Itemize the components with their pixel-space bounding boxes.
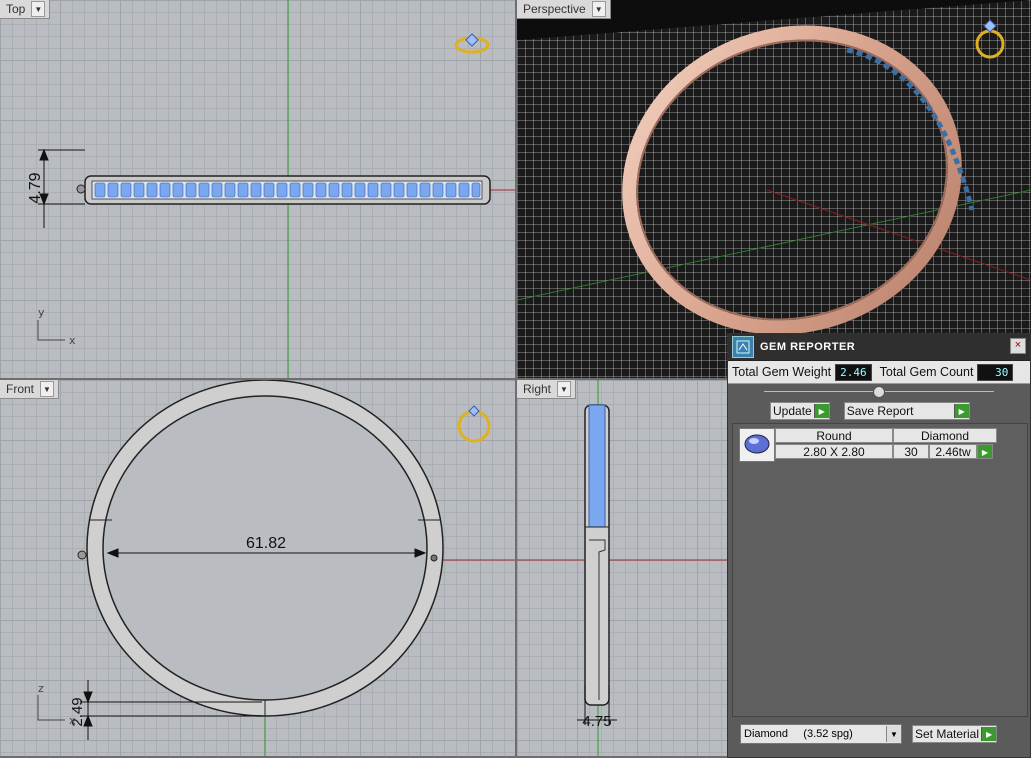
gem-column — [588, 404, 606, 528]
total-count-label: Total Gem Count — [879, 365, 974, 379]
gem-weight: 2.46tw — [929, 444, 977, 459]
viewport-tab-front[interactable]: Front ▼ — [0, 380, 60, 399]
front-view-canvas: 61.82 2.49 z x — [37, 380, 515, 756]
axis-z-label: z — [38, 682, 44, 695]
dimension-width-label: 61.82 — [246, 535, 286, 552]
perspective-canvas — [517, 0, 1031, 378]
update-button[interactable]: Update ▶ — [770, 402, 830, 420]
hinge-pin — [76, 184, 86, 194]
gem-reporter-panel: GEM REPORTER × Total Gem Weight 2.46 Tot… — [727, 333, 1031, 758]
gem-count: 30 — [893, 444, 929, 459]
dropdown-arrow-icon[interactable]: ▼ — [591, 1, 606, 17]
viewport-label: Right — [523, 382, 552, 396]
viewport-front[interactable]: Front ▼ 61.82 2.49 z x — [0, 380, 515, 756]
viewport-tab-perspective[interactable]: Perspective ▼ — [517, 0, 611, 19]
save-report-button[interactable]: Save Report ▶ — [843, 402, 970, 420]
slider-knob[interactable] — [873, 386, 885, 398]
dimension-label: 4.75 — [582, 713, 611, 730]
gem-thumbnail-icon — [739, 428, 775, 462]
update-label: Update — [773, 404, 812, 418]
viewport-top[interactable]: Top ▼ 4.79 y x — [0, 0, 515, 378]
gem-reporter-title: GEM REPORTER — [760, 341, 856, 353]
dropdown-arrow-icon[interactable]: ▼ — [31, 1, 46, 17]
gem-size: 2.80 X 2.80 — [775, 444, 893, 459]
viewport-tab-right[interactable]: Right ▼ — [517, 380, 577, 399]
set-material-button[interactable]: Set Material ▶ — [912, 725, 998, 743]
play-icon: ▶ — [981, 727, 997, 741]
total-weight-value: 2.46 — [835, 363, 872, 381]
material-select-value: Diamond (3.52 spg) — [744, 728, 853, 740]
save-report-label: Save Report — [846, 404, 914, 418]
set-material-label: Set Material — [915, 727, 980, 741]
total-weight-label: Total Gem Weight — [732, 365, 832, 379]
dimension-label: 4.79 — [27, 172, 44, 203]
axis-y-label: y — [38, 306, 45, 319]
gem-slider[interactable] — [728, 384, 1030, 400]
gem-totals-bar: Total Gem Weight 2.46 Total Gem Count 30 — [728, 361, 1030, 384]
gem-list: Round Diamond 2.80 X 2.80 30 2.46tw ▶ — [732, 423, 1028, 717]
viewport-tab-top[interactable]: Top ▼ — [0, 0, 51, 19]
material-select[interactable]: Diamond (3.52 spg) ▼ — [740, 724, 902, 744]
viewport-perspective[interactable]: Perspective ▼ — [517, 0, 1031, 378]
dropdown-arrow-icon[interactable]: ▼ — [40, 381, 55, 397]
top-view-canvas: 4.79 y x — [27, 0, 515, 378]
viewport-label: Perspective — [523, 2, 586, 16]
viewport-label: Top — [6, 2, 26, 16]
axis-widget — [37, 320, 65, 341]
gem-reporter-titlebar[interactable]: GEM REPORTER × — [728, 334, 1030, 361]
axis-x-label: x — [69, 334, 76, 347]
gem-list-item[interactable]: Round Diamond 2.80 X 2.80 30 2.46tw ▶ — [739, 428, 999, 462]
viewport-label: Front — [6, 382, 35, 396]
gem-material: Diamond — [893, 428, 997, 443]
chevron-down-icon: ▼ — [886, 726, 901, 742]
play-icon: ▶ — [953, 404, 969, 418]
close-icon[interactable]: × — [1010, 338, 1026, 354]
gem-play-icon[interactable]: ▶ — [977, 444, 993, 459]
dropdown-arrow-icon[interactable]: ▼ — [557, 381, 572, 397]
gem-shape: Round — [775, 428, 893, 443]
gem-reporter-logo-icon — [732, 336, 754, 358]
play-icon: ▶ — [813, 404, 829, 418]
axis-x-label: x — [69, 714, 76, 727]
total-count-value: 30 — [977, 363, 1014, 381]
